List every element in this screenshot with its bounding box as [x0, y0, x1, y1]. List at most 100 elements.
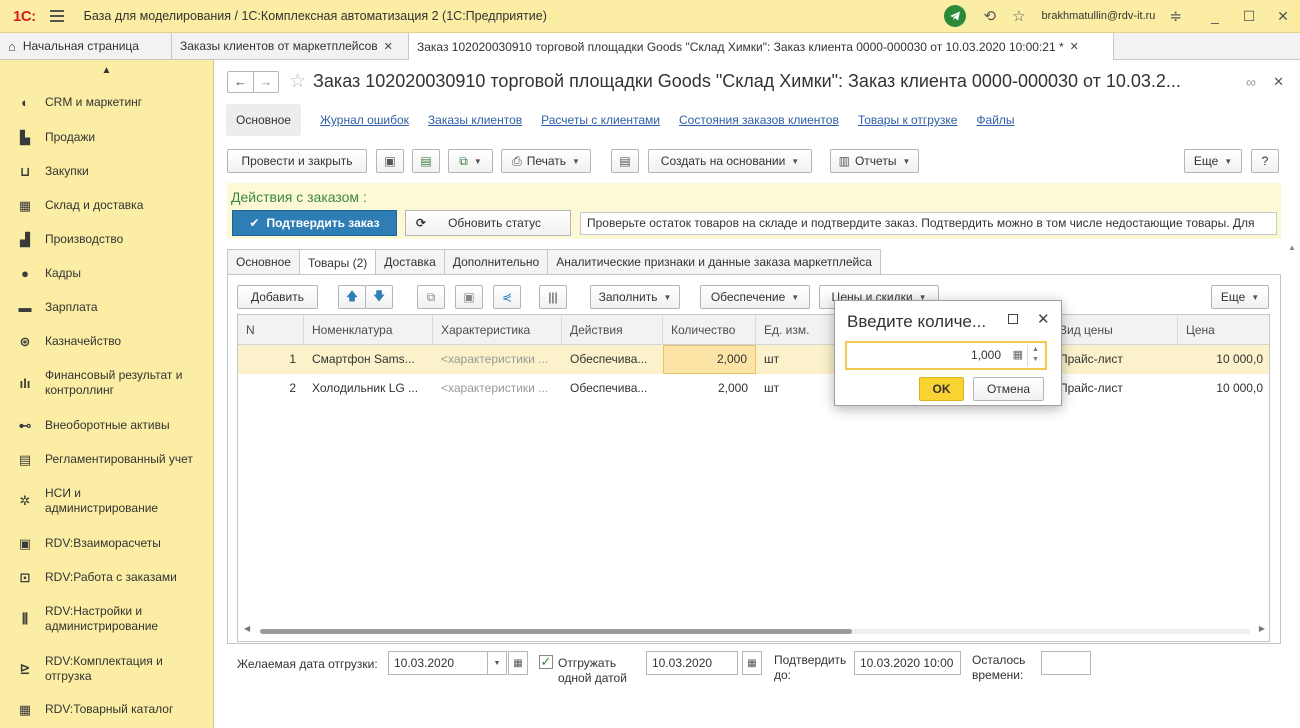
section-link-files[interactable]: Файлы: [976, 113, 1014, 127]
cell-characteristic[interactable]: <характеристики ...: [433, 345, 562, 374]
history-icon[interactable]: ⟲: [984, 7, 997, 25]
form-vertical-scrollbar[interactable]: ▲ ▼: [1288, 243, 1296, 728]
tab-current-order[interactable]: Заказ 102020030910 торговой площадки Goo…: [409, 33, 1114, 60]
col-actions[interactable]: Действия: [562, 315, 663, 345]
copy-button[interactable]: ⧉: [417, 285, 445, 309]
close-form-icon[interactable]: ✕: [1273, 74, 1284, 90]
cell-action[interactable]: Обеспечива...: [562, 374, 663, 403]
cell-action[interactable]: Обеспечива...: [562, 345, 663, 374]
goods-more-button[interactable]: Еще ▼: [1211, 285, 1269, 309]
sidebar-item-rdv-shipping[interactable]: ⊵ RDV:Комплектация и отгрузка: [0, 654, 214, 684]
section-link-order-states[interactable]: Состояния заказов клиентов: [679, 113, 839, 127]
cell-item[interactable]: Смартфон Sams...: [304, 345, 433, 374]
sidebar-item-treasury[interactable]: ⊛ Казначейство: [0, 334, 214, 349]
ship-one-date-checkbox[interactable]: ✓: [539, 655, 553, 669]
close-window-icon[interactable]: ✕: [1266, 8, 1300, 25]
move-down-button[interactable]: 🡇: [365, 285, 393, 309]
structure-button[interactable]: ⧉ ▼: [448, 149, 493, 173]
quantity-value[interactable]: 1,000: [971, 348, 1001, 362]
section-link-goods-to-ship[interactable]: Товары к отгрузке: [858, 113, 958, 127]
tab-marketplace-orders[interactable]: Заказы клиентов от маркетплейсов ✕: [172, 33, 409, 59]
supply-button[interactable]: Обеспечение ▼: [700, 285, 810, 309]
cell-quantity[interactable]: 2,000: [663, 345, 756, 374]
ship-date-dropdown[interactable]: ▼: [487, 651, 507, 675]
cell-unit[interactable]: шт: [756, 345, 836, 374]
fill-button[interactable]: Заполнить ▼: [590, 285, 680, 309]
scroll-up-icon[interactable]: ▲: [0, 60, 213, 82]
cell-quantity[interactable]: 2,000: [663, 374, 756, 403]
table-row[interactable]: 2 Холодильник LG ... <характеристики ...…: [238, 374, 1269, 403]
post-button[interactable]: ▤: [412, 149, 440, 173]
reports-button[interactable]: ▥ Отчеты ▼: [830, 149, 919, 173]
save-button[interactable]: ▣: [376, 149, 404, 173]
maximize-icon[interactable]: [1008, 314, 1018, 324]
document-list-button[interactable]: ▤: [611, 149, 639, 173]
scroll-up-icon[interactable]: ▲: [1288, 243, 1296, 252]
confirm-by-field[interactable]: 10.03.2020 10:00: [854, 651, 961, 675]
refresh-status-button[interactable]: ⟳ Обновить статус: [405, 210, 571, 236]
help-button[interactable]: ?: [1251, 149, 1279, 173]
sidebar-item-finance[interactable]: ılı Финансовый результат и контроллинг: [0, 368, 214, 398]
sidebar-item-rdv-catalog[interactable]: ▦ RDV:Товарный каталог: [0, 702, 214, 717]
scroll-thumb[interactable]: [260, 629, 852, 634]
ok-button[interactable]: OK: [919, 377, 964, 401]
cell-item[interactable]: Холодильник LG ...: [304, 374, 433, 403]
ship-date-calendar[interactable]: ▦: [508, 651, 528, 675]
calculator-icon[interactable]: ▦: [1013, 348, 1023, 361]
cell-price-type[interactable]: Прайс-лист: [1051, 374, 1178, 403]
col-quantity[interactable]: Количество: [663, 315, 756, 345]
horizontal-scrollbar[interactable]: ◀ ▶: [242, 624, 1267, 635]
tab-analytics[interactable]: Аналитические признаки и данные заказа м…: [547, 249, 881, 274]
quantity-input[interactable]: 1,000 ▦ ▲ ▼: [845, 341, 1047, 370]
ship-one-date-calendar[interactable]: ▦: [742, 651, 762, 675]
col-item[interactable]: Номенклатура: [304, 315, 433, 345]
favorites-star-icon[interactable]: ☆: [1012, 7, 1025, 25]
settings-menu-icon[interactable]: ≑: [1169, 7, 1182, 25]
link-icon[interactable]: ∞: [1246, 74, 1256, 90]
split-button[interactable]: ⋞: [493, 285, 521, 309]
post-and-close-button[interactable]: Провести и закрыть: [227, 149, 367, 173]
col-price-type[interactable]: Вид цены: [1051, 315, 1178, 345]
close-tab-icon[interactable]: ✕: [1070, 40, 1079, 53]
col-n[interactable]: N: [238, 315, 304, 345]
quantity-spinner[interactable]: ▲ ▼: [1027, 345, 1043, 366]
sidebar-item-sales[interactable]: ▙ Продажи: [0, 130, 214, 145]
cell-price[interactable]: 10 000,0: [1178, 345, 1269, 374]
close-tab-icon[interactable]: ✕: [384, 40, 393, 53]
cell-characteristic[interactable]: <характеристики ...: [433, 374, 562, 403]
minimize-icon[interactable]: _: [1198, 8, 1232, 24]
cancel-button[interactable]: Отмена: [973, 377, 1044, 401]
main-menu-icon[interactable]: [49, 10, 64, 22]
ship-date-field[interactable]: 10.03.2020: [388, 651, 488, 675]
tab-home[interactable]: ⌂ Начальная страница: [0, 33, 172, 59]
more-button[interactable]: Еще ▼: [1184, 149, 1242, 173]
col-unit[interactable]: Ед. изм.: [756, 315, 836, 345]
col-characteristic[interactable]: Характеристика: [433, 315, 562, 345]
sidebar-item-hr[interactable]: ● Кадры: [0, 266, 214, 281]
print-button[interactable]: ⎙ Печать ▼: [501, 149, 591, 173]
sidebar-item-warehouse[interactable]: ▦ Склад и доставка: [0, 198, 214, 213]
cell-unit[interactable]: шт: [756, 374, 836, 403]
user-name[interactable]: brakhmatullin@rdv-it.ru: [1042, 10, 1156, 22]
sidebar-item-fixed-assets[interactable]: ⊷ Внеоборотные активы: [0, 418, 214, 433]
barcode-button[interactable]: |||: [539, 285, 567, 309]
tab-delivery[interactable]: Доставка: [375, 249, 445, 274]
favorite-star-icon[interactable]: ☆: [289, 70, 306, 93]
table-row[interactable]: 1 Смартфон Sams... <характеристики ... О…: [238, 345, 1269, 374]
maximize-icon[interactable]: ☐: [1232, 8, 1266, 25]
move-up-button[interactable]: 🡅: [338, 285, 366, 309]
ship-one-date-field[interactable]: 10.03.2020: [646, 651, 738, 675]
tab-additional[interactable]: Дополнительно: [443, 249, 549, 274]
cell-price-type[interactable]: Прайс-лист: [1051, 345, 1178, 374]
scroll-right-icon[interactable]: ▶: [1259, 624, 1265, 633]
col-price[interactable]: Цена: [1178, 315, 1269, 345]
sidebar-item-rdv-settlements[interactable]: ▣ RDV:Взаиморасчеты: [0, 536, 214, 551]
telegram-icon[interactable]: [943, 5, 966, 27]
add-row-button[interactable]: Добавить: [237, 285, 318, 309]
sidebar-item-production[interactable]: ▟ Производство: [0, 232, 214, 247]
section-link-client-orders[interactable]: Заказы клиентов: [428, 113, 522, 127]
section-link-settlements[interactable]: Расчеты с клиентами: [541, 113, 660, 127]
sidebar-item-crm[interactable]: ◐ CRM и маркетинг: [0, 95, 214, 110]
confirm-order-button[interactable]: ✔ Подтвердить заказ: [232, 210, 397, 236]
sidebar-item-nsi[interactable]: ✲ НСИ и администрирование: [0, 486, 214, 516]
